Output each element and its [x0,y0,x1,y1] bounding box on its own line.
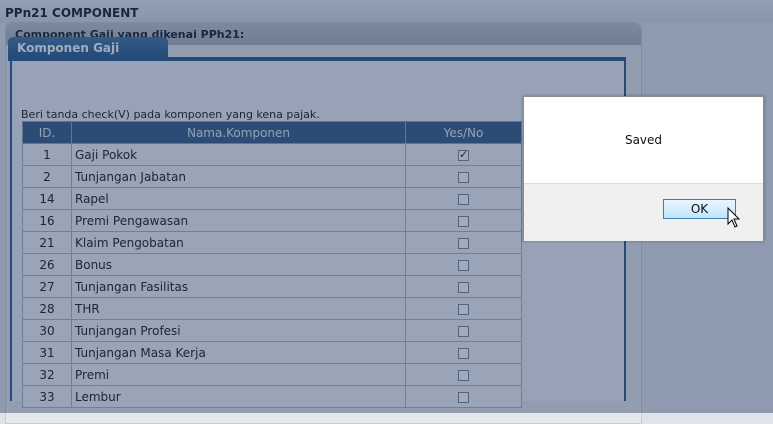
ok-button[interactable]: OK [663,199,736,219]
mouse-cursor-icon [727,207,741,228]
dialog-message: Saved [624,133,663,147]
